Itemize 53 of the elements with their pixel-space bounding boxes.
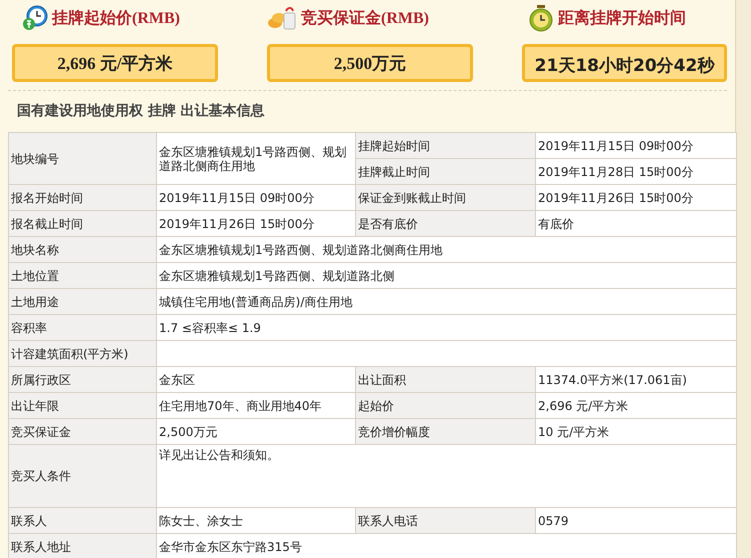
field-value: 2,500万元 xyxy=(159,424,218,438)
field-label: 土地位置 xyxy=(11,268,59,282)
field-value: 住宅用地70年、商业用地40年 xyxy=(159,398,322,412)
field-value: 金东区 xyxy=(159,372,195,386)
field-value: 城镇住宅用地(普通商品房)/商住用地 xyxy=(159,294,352,308)
field-label: 出让面积 xyxy=(358,372,406,386)
field-value: 0579 xyxy=(538,514,569,528)
field-label: 联系人地址 xyxy=(11,540,71,554)
field-value: 2019年11月15日 09时00分 xyxy=(159,190,314,204)
field-label: 土地用途 xyxy=(11,294,59,308)
field-label: 报名截止时间 xyxy=(11,216,83,230)
stat-value: 2,696 元/平方米 xyxy=(12,44,218,82)
field-label: 联系人电话 xyxy=(358,514,418,528)
field-value: 金华市金东区东宁路315号 xyxy=(159,540,302,554)
section-title: 国有建设用地使用权 挂牌 出让基本信息 xyxy=(17,103,265,119)
clock-icon xyxy=(22,5,48,31)
field-label: 报名开始时间 xyxy=(11,190,83,204)
field-value: 金东区塘雅镇规划1号路西侧、规划道路北侧 xyxy=(159,268,395,282)
field-value: 陈女士、涂女士 xyxy=(159,514,243,528)
field-value: 10 元/平方米 xyxy=(538,424,610,438)
field-label: 联系人 xyxy=(11,514,47,528)
field-label: 容积率 xyxy=(11,320,47,334)
stat-value: 2,500万元 xyxy=(267,44,473,82)
field-label: 挂牌起始时间 xyxy=(358,138,430,152)
field-label: 是否有底价 xyxy=(358,216,418,230)
alarm-clock-icon xyxy=(528,4,554,32)
field-value: 详见出让公告和须知。 xyxy=(159,448,279,462)
stat-title: 竞买保证金(RMB) xyxy=(301,8,429,28)
field-value: 2019年11月15日 09时00分 xyxy=(538,138,694,152)
stat-value: 21天18小时20分42秒 xyxy=(522,44,727,82)
field-label: 地块编号 xyxy=(11,152,59,166)
field-value: 2019年11月26日 15时00分 xyxy=(538,190,694,204)
field-label: 起始价 xyxy=(358,398,394,412)
field-value: 2019年11月26日 15时00分 xyxy=(159,216,314,230)
field-value: 金东区塘雅镇规划1号路西侧、规划道路北侧商住用地 xyxy=(159,242,443,256)
field-value: 1.7 ≤容积率≤ 1.9 xyxy=(159,320,261,334)
coins-icon xyxy=(267,5,297,31)
field-value: 2,696 元/平方米 xyxy=(538,398,628,412)
field-value: 金东区塘雅镇规划1号路西侧、规划道路北侧商住用地 xyxy=(159,144,348,172)
field-label: 竞买保证金 xyxy=(11,424,71,438)
field-label: 地块名称 xyxy=(11,242,59,256)
field-label: 竞买人条件 xyxy=(11,469,71,483)
field-label: 所属行政区 xyxy=(11,372,71,386)
field-label: 保证金到账截止时间 xyxy=(358,190,466,204)
field-label: 计容建筑面积(平方米) xyxy=(11,346,128,360)
field-value: 有底价 xyxy=(538,216,574,230)
field-label: 挂牌截止时间 xyxy=(358,164,430,178)
stat-title: 挂牌起始价(RMB) xyxy=(52,8,180,28)
field-value: 2019年11月28日 15时00分 xyxy=(538,164,694,178)
field-label: 出让年限 xyxy=(11,398,59,412)
field-label: 竞价增价幅度 xyxy=(358,424,430,438)
stat-title: 距离挂牌开始时间 xyxy=(558,8,686,28)
field-value: 11374.0平方米(17.061亩) xyxy=(538,372,687,386)
